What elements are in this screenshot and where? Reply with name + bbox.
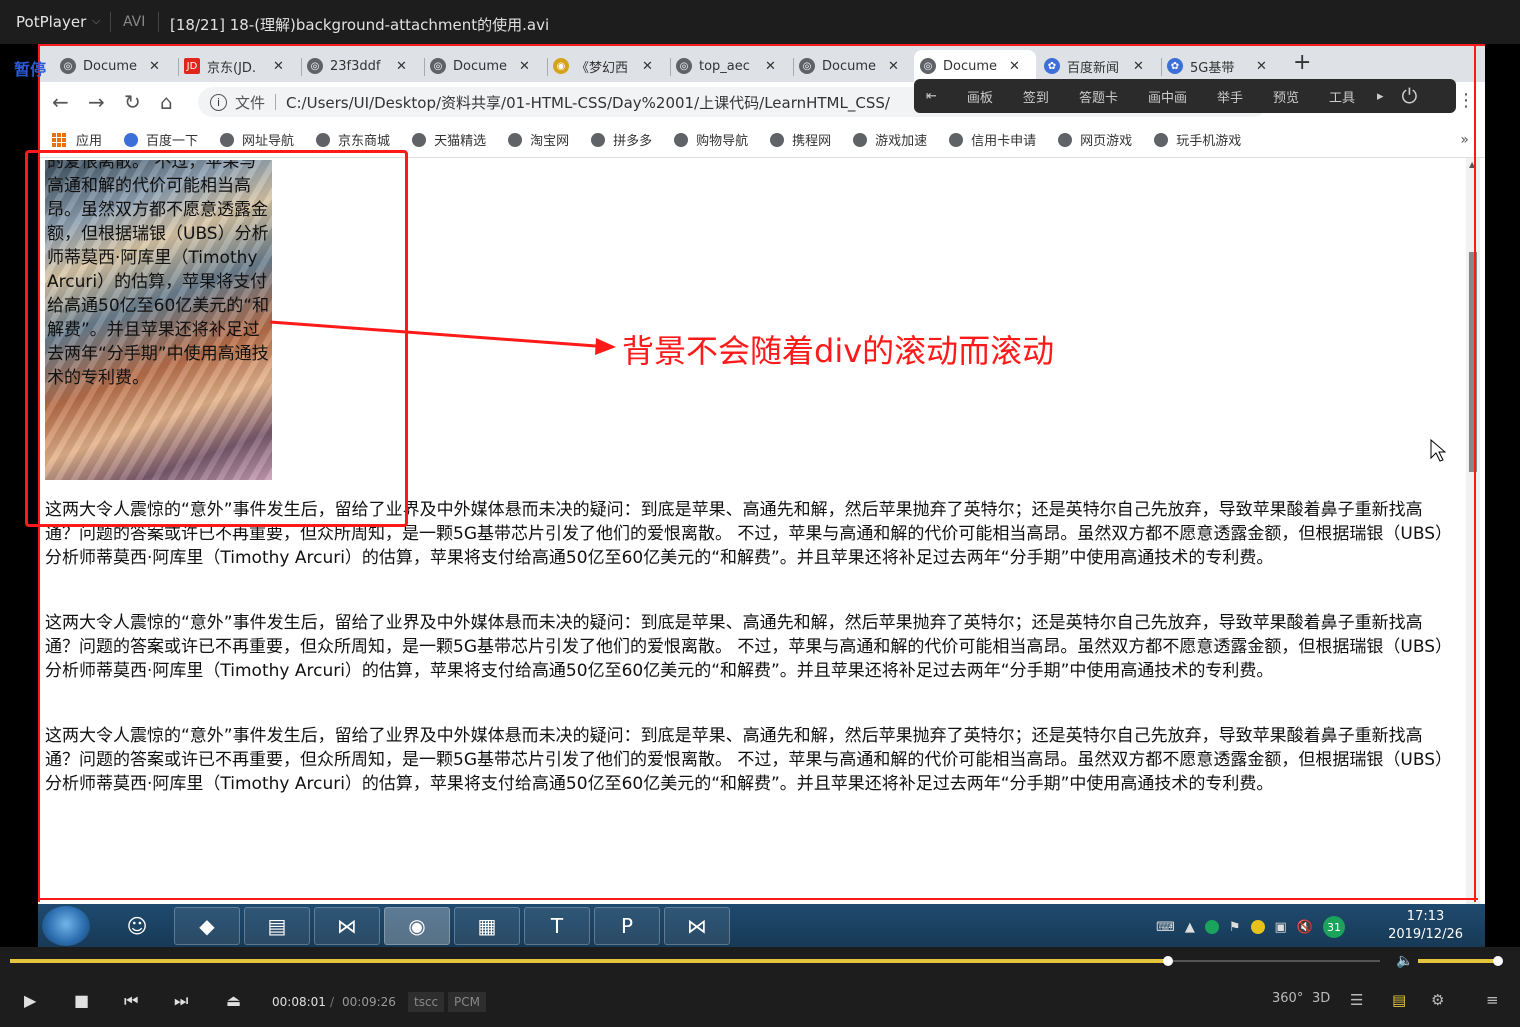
eject-icon[interactable]: ⏏ (226, 991, 241, 1010)
video-area[interactable]: 暂停 ◎ Docume ✕ JD 京东(JD. ✕ ◎ 23f3ddf ✕ ◎ … (0, 44, 1520, 947)
seek-bar[interactable] (10, 959, 1170, 963)
keyboard-icon[interactable]: ⌨ (1156, 920, 1175, 935)
audio-codec-badge: PCM (448, 992, 486, 1012)
start-button[interactable] (42, 906, 90, 946)
flag-icon[interactable]: ⚑ (1229, 920, 1241, 935)
powerpoint-icon[interactable]: P (594, 907, 660, 945)
player-logo[interactable]: PotPlayer (16, 13, 86, 31)
next-icon[interactable]: ⏭ (174, 991, 188, 1011)
file-explorer-icon[interactable]: ▤ (244, 907, 310, 945)
tray-badge[interactable]: 31 (1323, 916, 1345, 938)
volume-slider[interactable] (1418, 959, 1498, 963)
player-controls: 🔈 ▶ ■ ⏮ ⏭ ⏏ 00:08:01 / 00:09:26 tscc PCM… (0, 947, 1520, 1027)
clock-time: 17:13 (1406, 909, 1445, 924)
3d-button[interactable]: 3D (1312, 991, 1330, 1006)
security-icon[interactable] (1204, 920, 1219, 934)
chevron-down-icon[interactable]: ⌵ (92, 14, 100, 28)
network-icon[interactable]: ▣ (1275, 920, 1287, 935)
playlist-search-icon[interactable]: ☰ (1350, 991, 1363, 1009)
vr-360-button[interactable]: 360° (1272, 991, 1303, 1006)
volume-muted-icon[interactable]: 🔇 (1297, 920, 1313, 935)
menu-icon[interactable]: ≡ (1486, 991, 1499, 1009)
stop-icon[interactable]: ■ (74, 991, 89, 1010)
divider (158, 12, 159, 32)
time-separator: / (330, 995, 335, 1009)
seek-bar-remaining[interactable] (1170, 960, 1380, 962)
app-icon[interactable]: ◆ (174, 907, 240, 945)
chrome-icon[interactable]: ◉ (384, 907, 450, 945)
file-title: [18/21] 18-(理解)background-attachment的使用.… (170, 16, 550, 34)
pause-indicator: 暂停 (14, 60, 47, 79)
annotation-text: 背景不会随着div的滚动而滚动 (622, 332, 1055, 370)
play-icon[interactable]: ▶ (24, 991, 36, 1010)
previous-icon[interactable]: ⏮ (124, 991, 138, 1011)
plus-icon[interactable] (1250, 920, 1265, 934)
video-codec-badge: tscc (408, 992, 445, 1012)
mouse-pointer-icon (1430, 439, 1446, 462)
total-time: 00:09:26 (342, 995, 396, 1009)
seek-handle[interactable] (1163, 956, 1173, 966)
current-time: 00:08:01 (272, 995, 326, 1009)
subtitle-icon[interactable]: ▤ (1392, 991, 1406, 1009)
qq-avatar-icon[interactable]: ☺ (104, 907, 170, 945)
scroll-box-text: 的爱恨离散。 不过，苹果与高通和解的代价可能相当高昂。虽然双方都不愿意透露金额，… (47, 160, 270, 388)
vscode-icon[interactable]: ⋈ (314, 907, 380, 945)
system-clock[interactable]: 17:13 2019/12/26 (1388, 908, 1463, 944)
file-format: AVI (123, 14, 146, 30)
windows-taskbar: ☺ ◆ ▤ ⋈ ◉ ▦ T P ⋈ ⌨ ▲ ⚑ ▣ 🔇 31 17:13 201… (38, 904, 1485, 947)
settings-gear-icon[interactable]: ⚙ (1431, 991, 1444, 1009)
volume-handle[interactable] (1493, 956, 1503, 966)
clock-date: 2019/12/26 (1388, 927, 1463, 942)
vscode-icon[interactable]: ⋈ (664, 907, 730, 945)
divider (110, 12, 111, 32)
volume-icon[interactable]: 🔈 (1396, 953, 1413, 969)
player-title-bar: PotPlayer ⌵ AVI [18/21] 18-(理解)backgroun… (0, 0, 1520, 44)
notes-icon[interactable]: ▦ (454, 907, 520, 945)
typora-icon[interactable]: T (524, 907, 590, 945)
system-tray: ⌨ ▲ ⚑ ▣ 🔇 31 (1156, 916, 1345, 938)
chevron-up-icon[interactable]: ▲ (1185, 920, 1195, 935)
